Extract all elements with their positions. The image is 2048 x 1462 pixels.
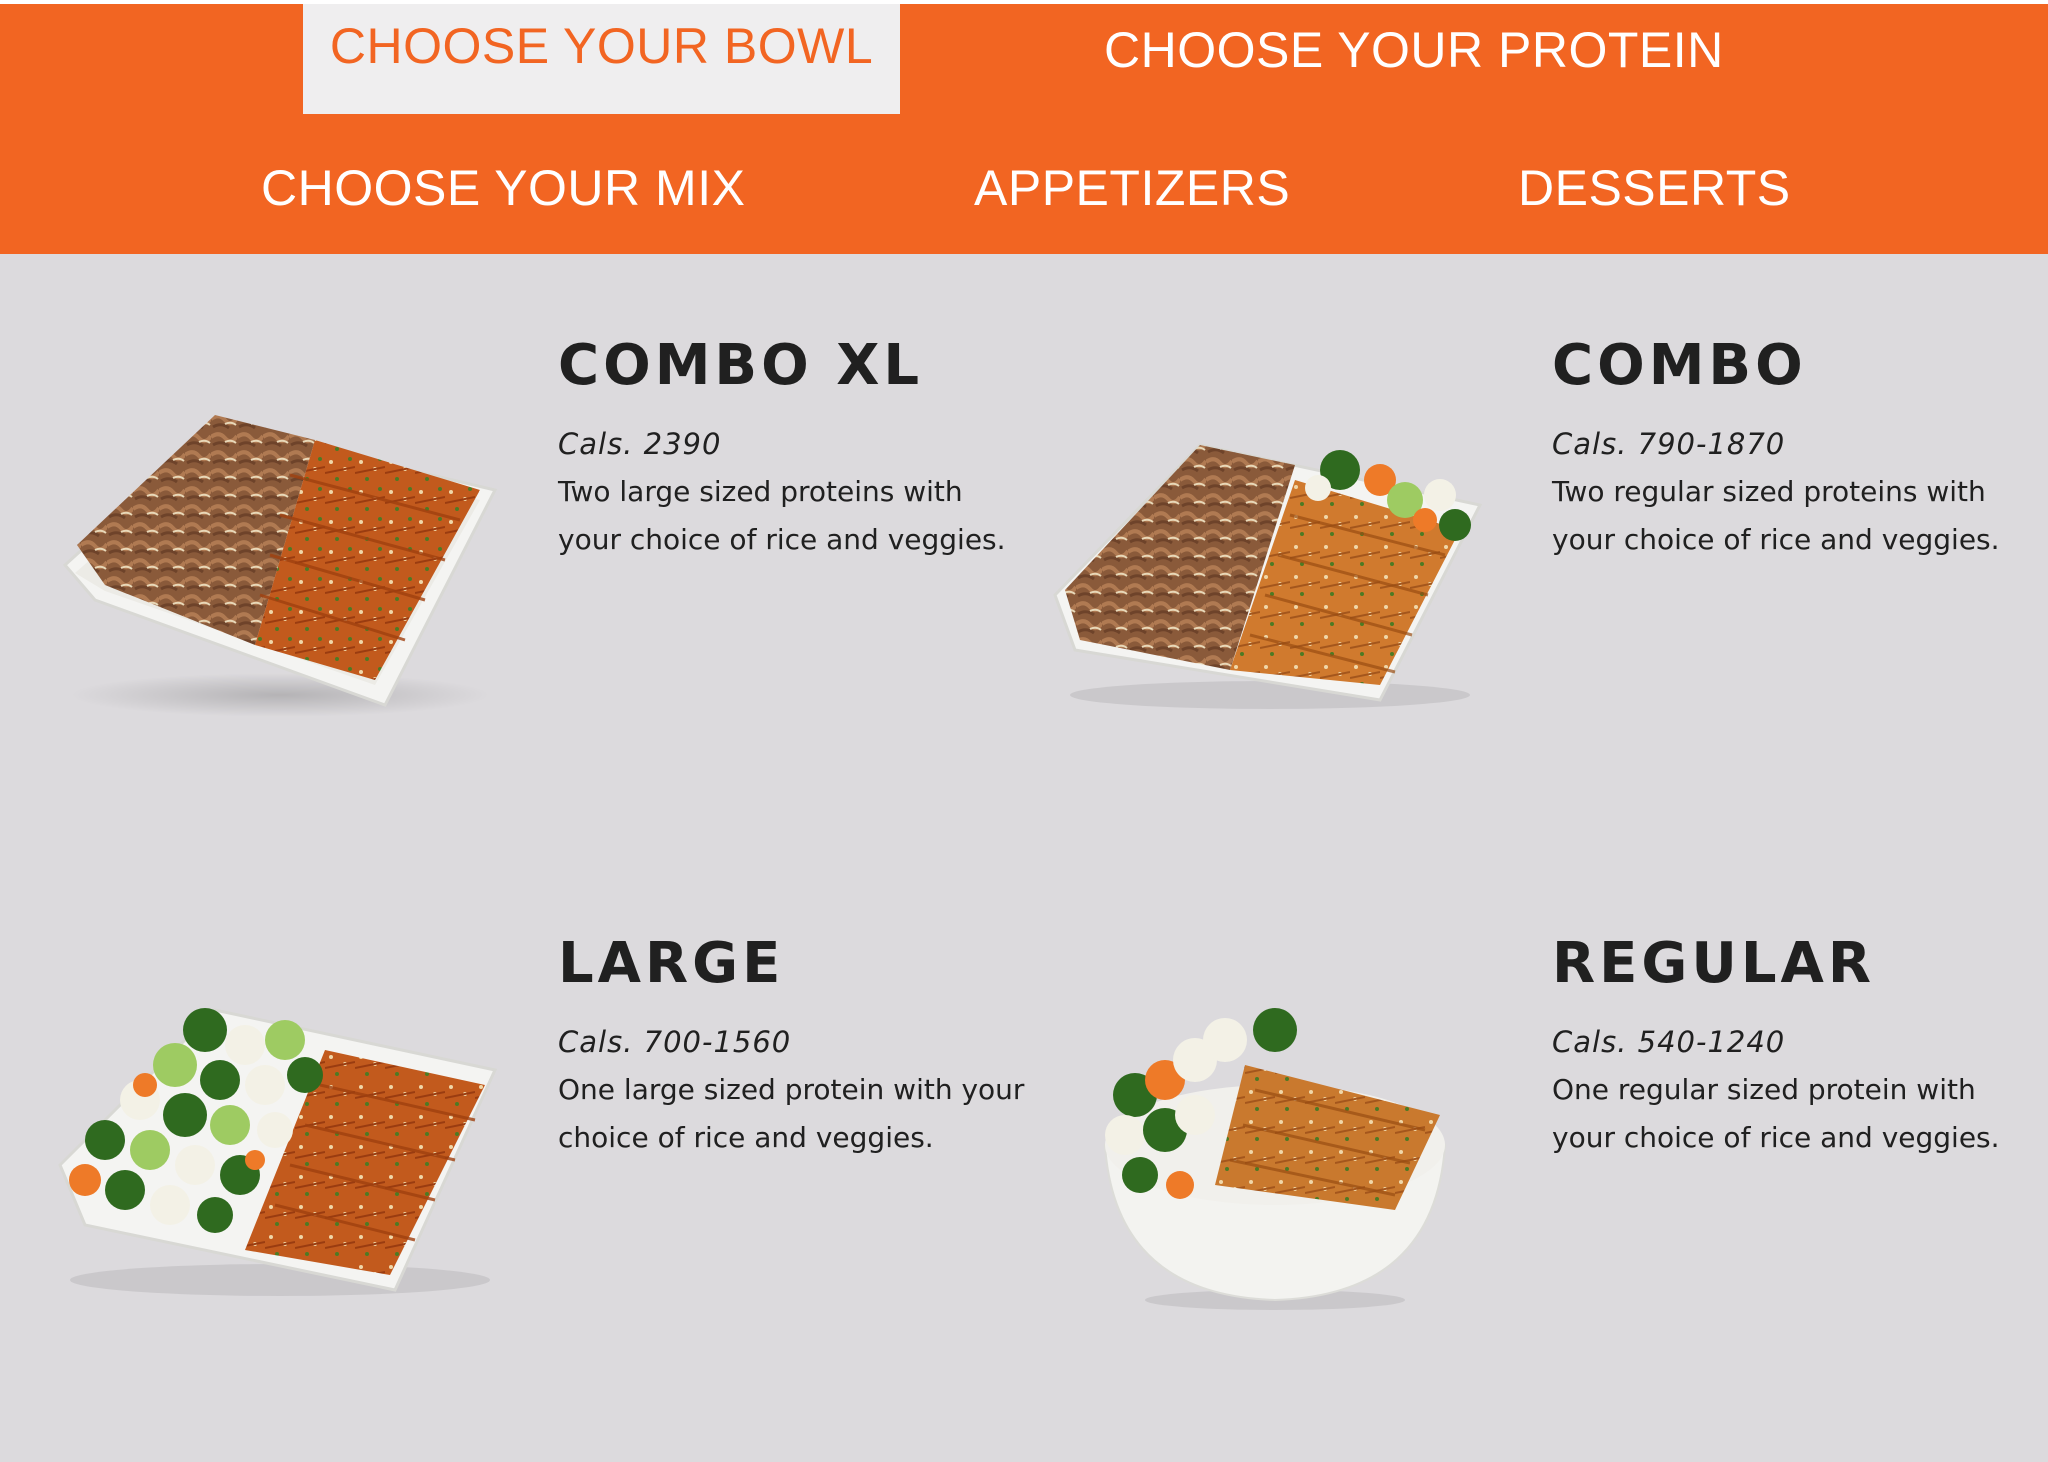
combo-xl-bowl-image[interactable] <box>55 395 505 725</box>
tab-choose-your-bowl[interactable]: CHOOSE YOUR BOWL <box>303 4 900 114</box>
tab-appetizers[interactable]: APPETIZERS <box>974 154 1290 222</box>
bowl-calories: Cals. 700-1560 <box>558 1025 792 1059</box>
bowl-calories: Cals. 540-1240 <box>1552 1025 1786 1059</box>
bowl-description: Two regular sized proteins with your cho… <box>1552 475 2000 556</box>
bowl-calories: Cals. 790-1870 <box>1552 427 1786 461</box>
bowl-description: Two large sized proteins with your choic… <box>558 475 1006 556</box>
bowl-description: One regular sized protein with your choi… <box>1552 1073 2000 1154</box>
bowl-title: COMBO XL <box>558 333 924 398</box>
bowl-calories: Cals. 2390 <box>558 427 722 461</box>
combo-bowl-image[interactable] <box>1050 420 1490 710</box>
tab-choose-your-protein[interactable]: CHOOSE YOUR PROTEIN <box>1104 16 1724 84</box>
bowl-title: LARGE <box>558 931 785 996</box>
bowl-title: COMBO <box>1552 333 1807 398</box>
tab-desserts[interactable]: DESSERTS <box>1518 154 1791 222</box>
tab-choose-your-mix[interactable]: CHOOSE YOUR MIX <box>261 154 745 222</box>
large-bowl-image[interactable] <box>55 990 505 1300</box>
bowl-title: REGULAR <box>1552 931 1875 996</box>
bowl-description: One large sized protein with your choice… <box>558 1073 1025 1154</box>
regular-bowl-image[interactable] <box>1095 995 1455 1315</box>
menu-category-nav: CHOOSE YOUR BOWL CHOOSE YOUR PROTEIN CHO… <box>0 4 2048 254</box>
